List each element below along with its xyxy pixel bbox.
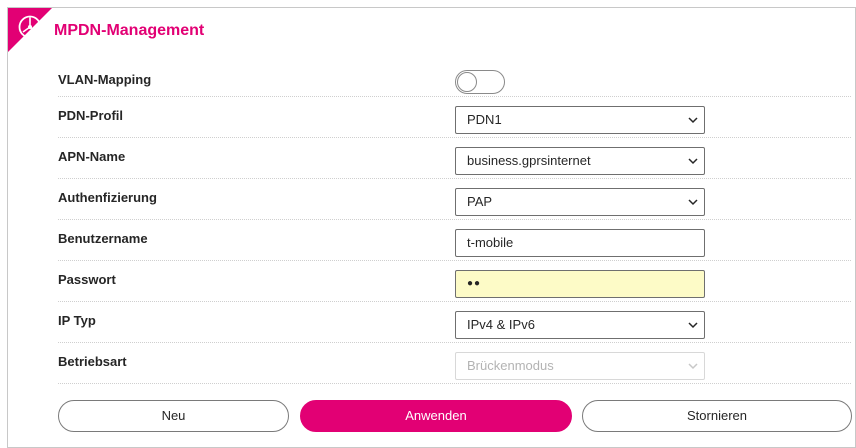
row-apn-name: APN-Name business.gprsinternet [58,138,851,179]
toggle-knob [457,72,477,92]
row-ip-typ: IP Typ IPv4 & IPv6 [58,302,851,343]
vlan-mapping-label: VLAN-Mapping [58,72,152,87]
row-passwort: Passwort ●● [58,261,851,302]
ip-typ-value: IPv4 & IPv6 [467,317,535,332]
betriebsart-value: Brückenmodus [467,358,554,373]
router-logo-icon [18,15,42,39]
row-authentifizierung: Authenfizierung PAP [58,179,851,220]
chevron-down-icon [688,199,698,206]
stornieren-button[interactable]: Stornieren [582,400,852,432]
betriebsart-label: Betriebsart [58,354,127,369]
vlan-mapping-toggle[interactable] [455,70,505,94]
ip-typ-label: IP Typ [58,313,96,328]
mpdn-management-panel: MPDN-Management VLAN-Mapping PDN-Profil … [7,7,856,448]
apn-name-value: business.gprsinternet [467,153,591,168]
benutzername-label: Benutzername [58,231,148,246]
benutzername-input[interactable]: t-mobile [455,229,705,257]
pdn-profil-value: PDN1 [467,112,502,127]
authentifizierung-value: PAP [467,194,493,209]
chevron-down-icon [688,158,698,165]
neu-button[interactable]: Neu [58,400,289,432]
row-betriebsart: Betriebsart Brückenmodus [58,343,851,384]
passwort-input[interactable]: ●● [455,270,705,298]
chevron-down-icon [688,117,698,124]
page-title: MPDN-Management [54,22,205,39]
row-benutzername: Benutzername t-mobile [58,220,851,261]
pdn-profil-select[interactable]: PDN1 [455,106,705,134]
row-vlan-mapping: VLAN-Mapping [58,55,851,97]
authentifizierung-label: Authenfizierung [58,190,157,205]
betriebsart-select: Brückenmodus [455,352,705,380]
ip-typ-select[interactable]: IPv4 & IPv6 [455,311,705,339]
authentifizierung-select[interactable]: PAP [455,188,705,216]
apn-name-label: APN-Name [58,149,126,164]
anwenden-button[interactable]: Anwenden [300,400,572,432]
passwort-label: Passwort [58,272,116,287]
pdn-profil-label: PDN-Profil [58,108,123,123]
apn-name-select[interactable]: business.gprsinternet [455,147,705,175]
chevron-down-icon [688,322,698,329]
chevron-down-icon [688,363,698,370]
row-pdn-profil: PDN-Profil PDN1 [58,97,851,138]
